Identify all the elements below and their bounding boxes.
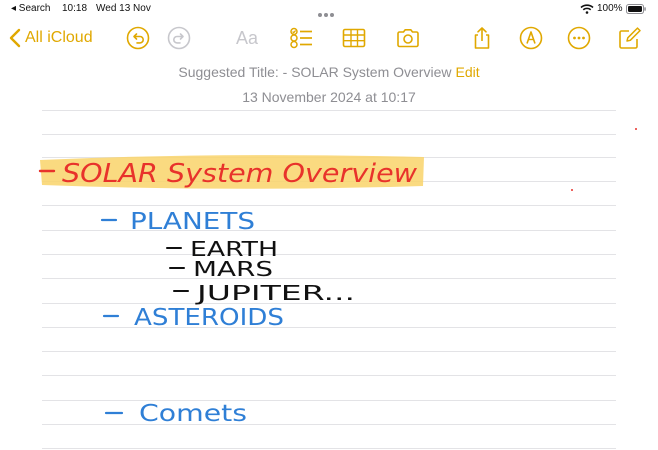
undo-icon [126, 26, 150, 50]
back-button-label: All iCloud [25, 29, 93, 46]
wifi-icon [580, 4, 594, 14]
table-icon [342, 28, 366, 48]
ruled-line [42, 254, 616, 255]
ruled-line [42, 303, 616, 304]
suggested-title: Suggested Title: - SOLAR System Overview… [0, 64, 658, 80]
more-options-button[interactable] [567, 26, 591, 50]
camera-button[interactable] [396, 26, 420, 50]
ruled-line [42, 424, 616, 425]
text-format-button[interactable]: Aa [236, 28, 258, 49]
compose-icon [619, 27, 641, 49]
ruled-line [42, 400, 616, 401]
status-time: 10:18 [62, 3, 88, 14]
share-button[interactable] [470, 26, 494, 50]
more-icon [567, 26, 591, 50]
ruled-line [42, 278, 616, 279]
new-note-button[interactable] [618, 26, 642, 50]
back-to-all-icloud-button[interactable]: All iCloud [9, 27, 93, 49]
status-date: Wed 13 Nov [96, 3, 151, 14]
multitasking-dots-icon[interactable] [318, 4, 338, 17]
ruled-line [42, 205, 616, 206]
ruled-line [42, 327, 616, 328]
notes-toolbar: All iCloud Aa [0, 20, 658, 56]
ruled-line [42, 375, 616, 376]
ruled-line [42, 448, 616, 449]
undo-button[interactable] [126, 26, 150, 50]
checklist-button[interactable] [289, 26, 313, 50]
suggested-title-text: Suggested Title: - SOLAR System Overview [178, 64, 452, 80]
ruled-line [42, 134, 616, 135]
redo-icon [167, 26, 191, 50]
markup-button[interactable] [519, 26, 543, 50]
table-button[interactable] [342, 26, 366, 50]
status-bar: ◂ Search 10:18 Wed 13 Nov 100% [0, 0, 658, 20]
camera-icon [397, 29, 419, 48]
redo-button[interactable] [167, 26, 191, 50]
ruled-line [42, 230, 616, 231]
share-icon [474, 27, 490, 49]
chevron-left-icon [9, 28, 21, 48]
battery-percentage: 100% [597, 3, 623, 14]
battery-icon [626, 4, 646, 14]
checklist-icon [290, 27, 312, 49]
edit-title-button[interactable]: Edit [455, 64, 479, 80]
ruled-line [42, 181, 616, 182]
status-back-to-search[interactable]: ◂ Search [11, 3, 50, 14]
ruled-line [42, 157, 616, 158]
lined-paper-canvas[interactable] [42, 110, 616, 450]
ink-dot [635, 128, 637, 130]
note-date: 13 November 2024 at 10:17 [242, 89, 416, 105]
ruled-line [42, 351, 616, 352]
ruled-line [42, 110, 616, 111]
markup-icon [519, 26, 543, 50]
